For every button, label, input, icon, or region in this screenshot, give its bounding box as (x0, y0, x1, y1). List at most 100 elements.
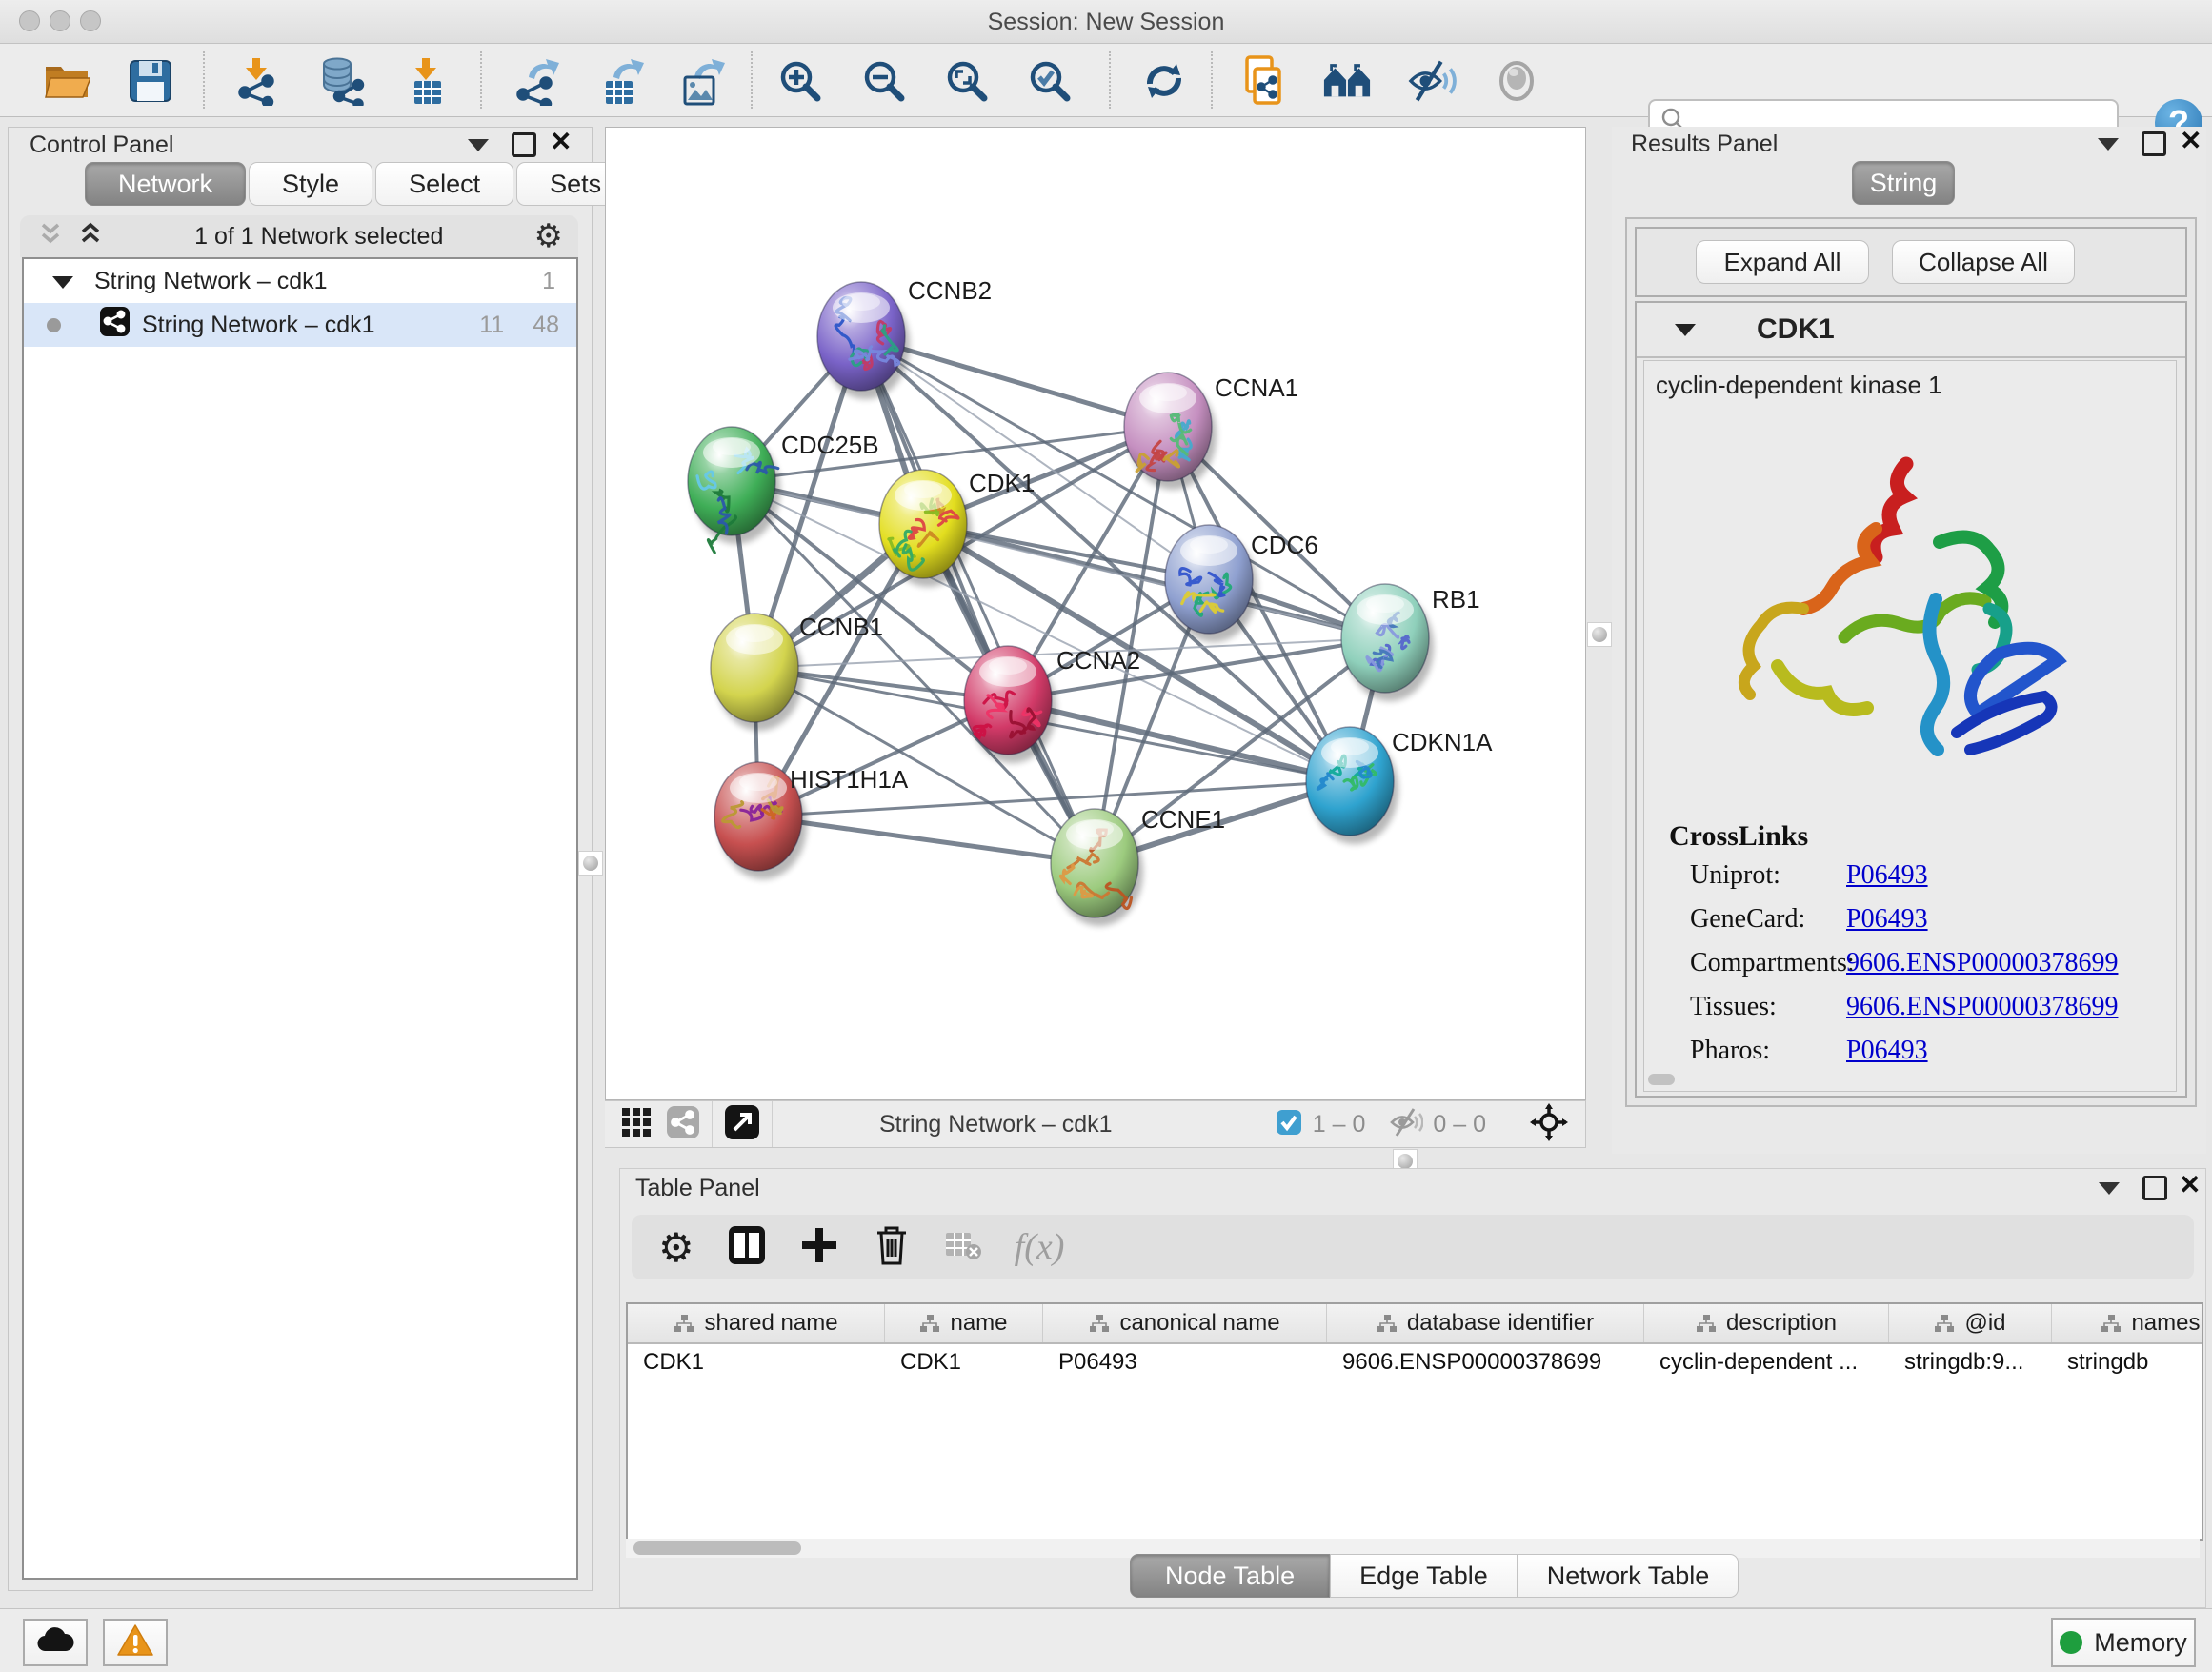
table-row[interactable]: CDK1CDK1P064939606.ENSP00000378699cyclin… (628, 1344, 2202, 1380)
collapse-all-button[interactable]: Collapse All (1892, 240, 2075, 284)
table-cell[interactable]: stringdb (2052, 1349, 2203, 1376)
import-network-file-icon[interactable] (232, 56, 282, 106)
panel-menu-icon[interactable] (2099, 1182, 2120, 1195)
network-row-selected[interactable]: String Network – cdk1 11 48 (24, 303, 576, 347)
crosslink-link[interactable]: P06493 (1846, 1036, 1928, 1066)
network-label: String Network – cdk1 (142, 312, 375, 339)
node-label: CDKN1A (1392, 728, 1493, 756)
network-node-ccna1[interactable]: CCNA1 (1124, 373, 1298, 490)
tab-style[interactable]: Style (249, 162, 372, 206)
panel-close-icon[interactable]: ✕ (2179, 1176, 2201, 1195)
crosslink-link[interactable]: 9606.ENSP00000378699 (1846, 992, 2118, 1022)
hide-selected-eye-icon[interactable] (1408, 56, 1458, 106)
collapse-all-icon[interactable] (37, 221, 64, 252)
network-canvas[interactable]: CCNB2CCNA1CDC25BCDK1CDC6RB1CCNB1CCNA2CDK… (605, 127, 1586, 1100)
cloud-button[interactable] (23, 1619, 88, 1666)
strip-separator (712, 1101, 713, 1147)
network-collection-row[interactable]: String Network – cdk1 1 (24, 259, 576, 303)
table-hscroll-thumb[interactable] (633, 1541, 801, 1555)
network-node-ccne1[interactable]: CCNE1 (1051, 805, 1225, 926)
column-header-shared-name[interactable]: shared name (628, 1304, 885, 1342)
show-hidden-eye-icon[interactable] (1492, 56, 1541, 106)
panel-menu-icon[interactable] (468, 139, 489, 151)
column-header--id[interactable]: @id (1889, 1304, 2052, 1342)
expand-all-button[interactable]: Expand All (1696, 240, 1869, 284)
crosslink-label: Tissues: (1690, 992, 1777, 1022)
expand-all-icon[interactable] (77, 221, 104, 252)
grid-view-icon[interactable] (620, 1106, 653, 1143)
zoom-selected-icon[interactable] (1025, 56, 1075, 106)
add-column-icon[interactable] (799, 1225, 839, 1270)
tab-network-table[interactable]: Network Table (1518, 1554, 1739, 1598)
export-network-icon[interactable] (514, 56, 564, 106)
network-node-hist1h1a[interactable]: HIST1H1A (714, 762, 909, 879)
tab-select[interactable]: Select (375, 162, 513, 206)
column-header-canonical-name[interactable]: canonical name (1043, 1304, 1327, 1342)
table-cell[interactable]: cyclin-dependent ... (1644, 1349, 1889, 1376)
network-edge (1008, 700, 1350, 781)
selected-checkbox-icon[interactable] (1275, 1108, 1303, 1141)
right-splitter-handle[interactable] (1587, 622, 1612, 647)
network-node-rb1[interactable]: RB1 (1341, 584, 1480, 701)
column-header-database-identifier[interactable]: database identifier (1327, 1304, 1644, 1342)
zoom-out-icon[interactable] (859, 56, 909, 106)
crosslink-link[interactable]: P06493 (1846, 860, 1928, 891)
show-columns-icon[interactable] (727, 1224, 767, 1271)
network-node-ccnb2[interactable]: CCNB2 (817, 276, 992, 399)
panel-close-icon[interactable]: ✕ (550, 132, 572, 151)
import-network-database-icon[interactable] (316, 56, 366, 106)
node-result-body: cyclin-dependent kinase 1 (1643, 360, 2177, 1092)
section-collapse-icon[interactable] (1675, 324, 1696, 336)
node-result-header[interactable]: CDK1 (1637, 303, 2185, 358)
import-table-file-icon[interactable] (402, 56, 452, 106)
refresh-icon[interactable] (1139, 56, 1189, 106)
network-edge-count: 48 (533, 312, 559, 339)
table-cell[interactable]: 9606.ENSP00000378699 (1327, 1349, 1644, 1376)
panel-close-icon[interactable]: ✕ (2180, 131, 2202, 151)
save-session-icon[interactable] (126, 56, 175, 106)
export-image-icon[interactable] (678, 56, 728, 106)
crosslink-link[interactable]: 9606.ENSP00000378699 (1846, 948, 2118, 978)
panel-float-icon[interactable] (512, 132, 536, 157)
panel-menu-icon[interactable] (2098, 138, 2119, 151)
network-node-cdkn1a[interactable]: CDKN1A (1306, 727, 1493, 844)
zoom-fit-icon[interactable] (942, 56, 992, 106)
warning-button[interactable] (103, 1619, 168, 1666)
table-cell[interactable]: CDK1 (885, 1349, 1043, 1376)
results-hscroll-thumb[interactable] (1648, 1074, 1675, 1085)
toolbar-separator (1109, 51, 1111, 109)
gear-icon[interactable]: ⚙ (534, 217, 563, 255)
attribute-icon (674, 1314, 694, 1333)
network-node-cdk1[interactable]: CDK1 (879, 469, 1035, 587)
zoom-in-icon[interactable] (775, 56, 825, 106)
detach-view-icon[interactable] (724, 1104, 760, 1145)
column-header-description[interactable]: description (1644, 1304, 1889, 1342)
network-graph[interactable]: CCNB2CCNA1CDC25BCDK1CDC6RB1CCNB1CCNA2CDK… (606, 128, 1585, 1099)
table-cell[interactable]: CDK1 (628, 1349, 885, 1376)
tab-network[interactable]: Network (85, 162, 246, 206)
collection-expand-icon[interactable] (52, 268, 73, 295)
birdseye-toggle-icon[interactable] (1530, 1103, 1568, 1146)
delete-column-trash-icon[interactable] (872, 1223, 912, 1272)
memory-button[interactable]: Memory (2051, 1618, 2196, 1667)
table-cell[interactable]: stringdb:9... (1889, 1349, 2052, 1376)
panel-float-icon[interactable] (2142, 1176, 2167, 1200)
export-table-icon[interactable] (599, 56, 649, 106)
tab-edge-table[interactable]: Edge Table (1330, 1554, 1518, 1598)
node-description: cyclin-dependent kinase 1 (1656, 371, 1942, 400)
open-session-icon[interactable] (42, 56, 91, 106)
table-settings-gear-icon[interactable]: ⚙ (658, 1224, 694, 1271)
panel-float-icon[interactable] (2142, 131, 2166, 156)
crosslink-link[interactable]: P06493 (1846, 904, 1928, 935)
left-splitter-handle[interactable] (578, 851, 603, 876)
column-header-namespace[interactable]: namespace (2052, 1304, 2203, 1342)
tab-node-table[interactable]: Node Table (1130, 1554, 1330, 1598)
clone-network-icon[interactable] (1238, 56, 1288, 106)
table-tabs: Node Table Edge Table Network Table (1130, 1554, 1739, 1598)
column-header-name[interactable]: name (885, 1304, 1043, 1342)
network-node-cdc6[interactable]: CDC6 (1165, 525, 1318, 642)
houses-icon[interactable] (1322, 56, 1372, 106)
tab-string[interactable]: String (1852, 161, 1955, 205)
table-cell[interactable]: P06493 (1043, 1349, 1327, 1376)
network-view-mode-icon[interactable] (666, 1105, 700, 1144)
